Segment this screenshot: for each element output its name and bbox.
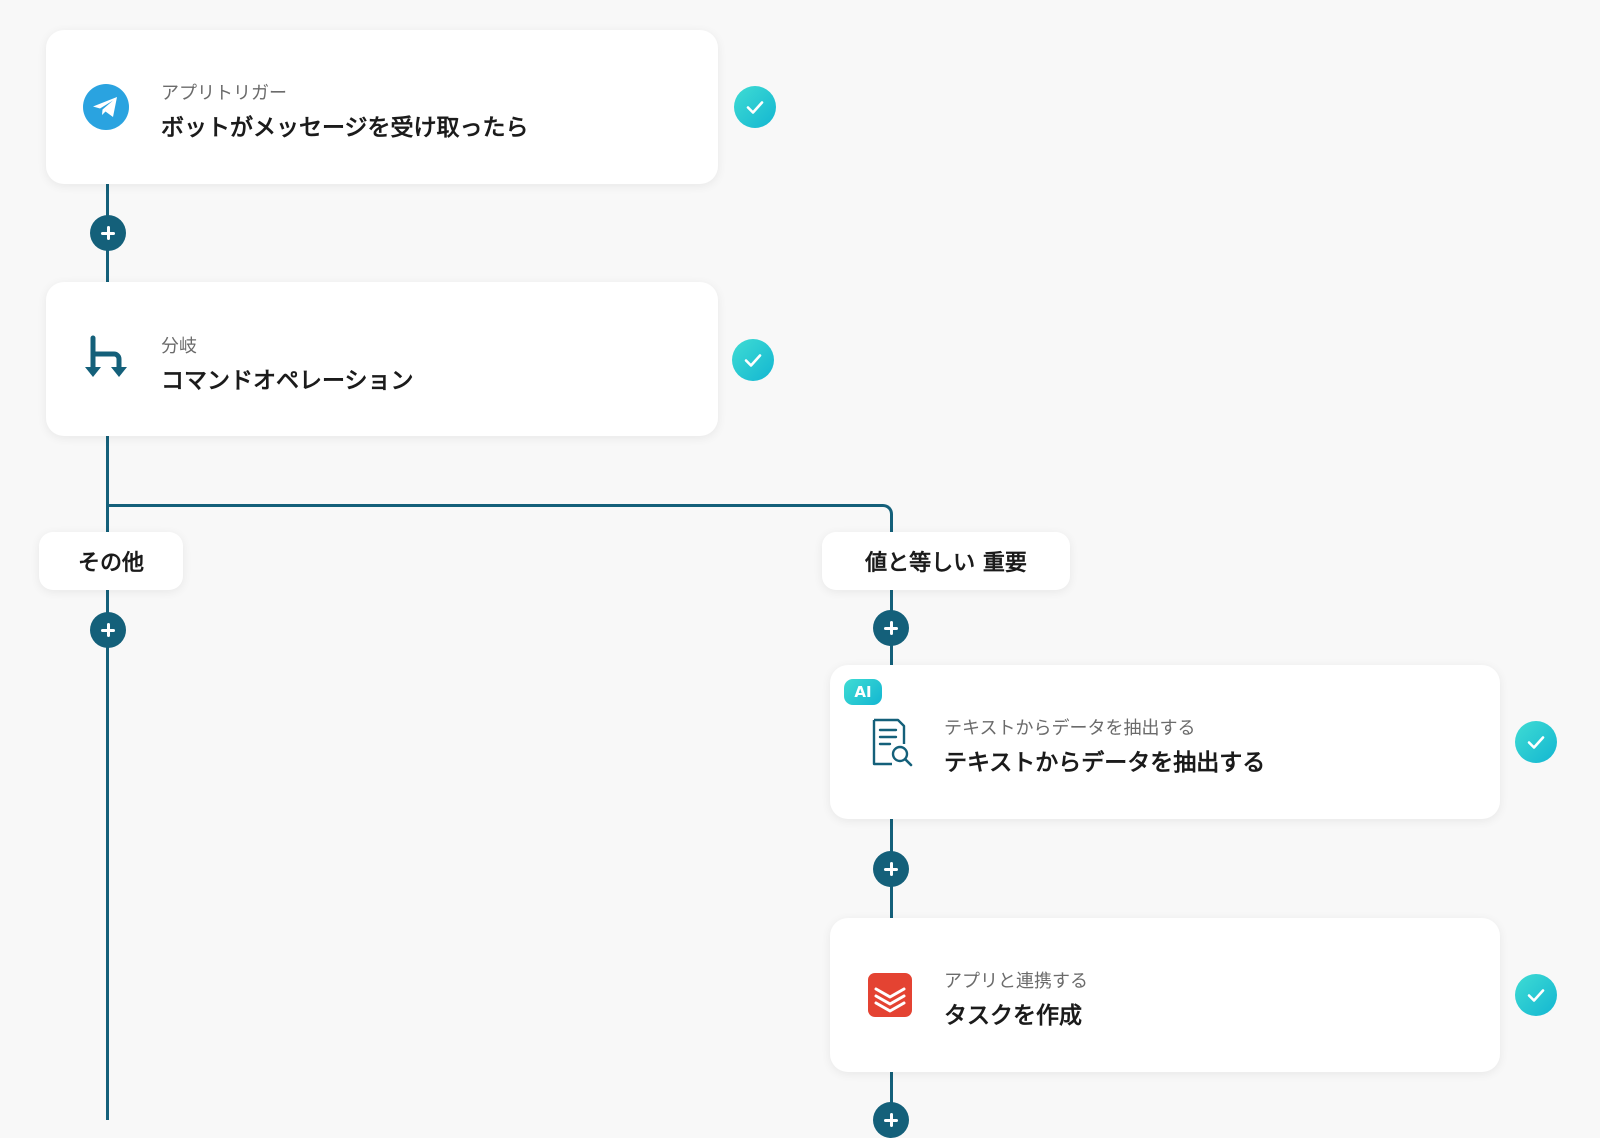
check-icon — [1515, 974, 1557, 1016]
add-step-button[interactable] — [873, 610, 909, 646]
step-subtitle: アプリと連携する — [944, 971, 1088, 992]
branch-label-other[interactable]: その他 — [39, 532, 183, 590]
check-icon — [1515, 721, 1557, 763]
step-subtitle: アプリトリガー — [161, 83, 287, 104]
step-title: コマンドオペレーション — [161, 368, 414, 394]
step-title: テキストからデータを抽出する — [944, 750, 1266, 776]
telegram-icon — [80, 81, 132, 133]
step-card-create-task[interactable]: アプリと連携する タスクを作成 — [830, 918, 1500, 1072]
ai-badge: AI — [844, 679, 882, 705]
connector-branch-elbow — [106, 504, 893, 538]
check-icon — [732, 339, 774, 381]
todoist-icon — [864, 969, 916, 1021]
add-step-button[interactable] — [873, 851, 909, 887]
add-step-button[interactable] — [90, 612, 126, 648]
step-subtitle: テキストからデータを抽出する — [944, 718, 1196, 739]
branch-icon — [80, 333, 132, 385]
step-subtitle: 分岐 — [161, 336, 197, 357]
step-title: ボットがメッセージを受け取ったら — [161, 115, 529, 141]
step-card-extract[interactable]: テキストからデータを抽出する テキストからデータを抽出する — [830, 665, 1500, 819]
step-title: タスクを作成 — [944, 1003, 1082, 1029]
step-card-branch[interactable]: 分岐 コマンドオペレーション — [46, 282, 718, 436]
document-search-icon — [864, 716, 916, 768]
step-card-trigger[interactable]: アプリトリガー ボットがメッセージを受け取ったら — [46, 30, 718, 184]
add-step-button[interactable] — [90, 215, 126, 251]
check-icon — [734, 86, 776, 128]
branch-label-important[interactable]: 値と等しい 重要 — [822, 532, 1070, 590]
